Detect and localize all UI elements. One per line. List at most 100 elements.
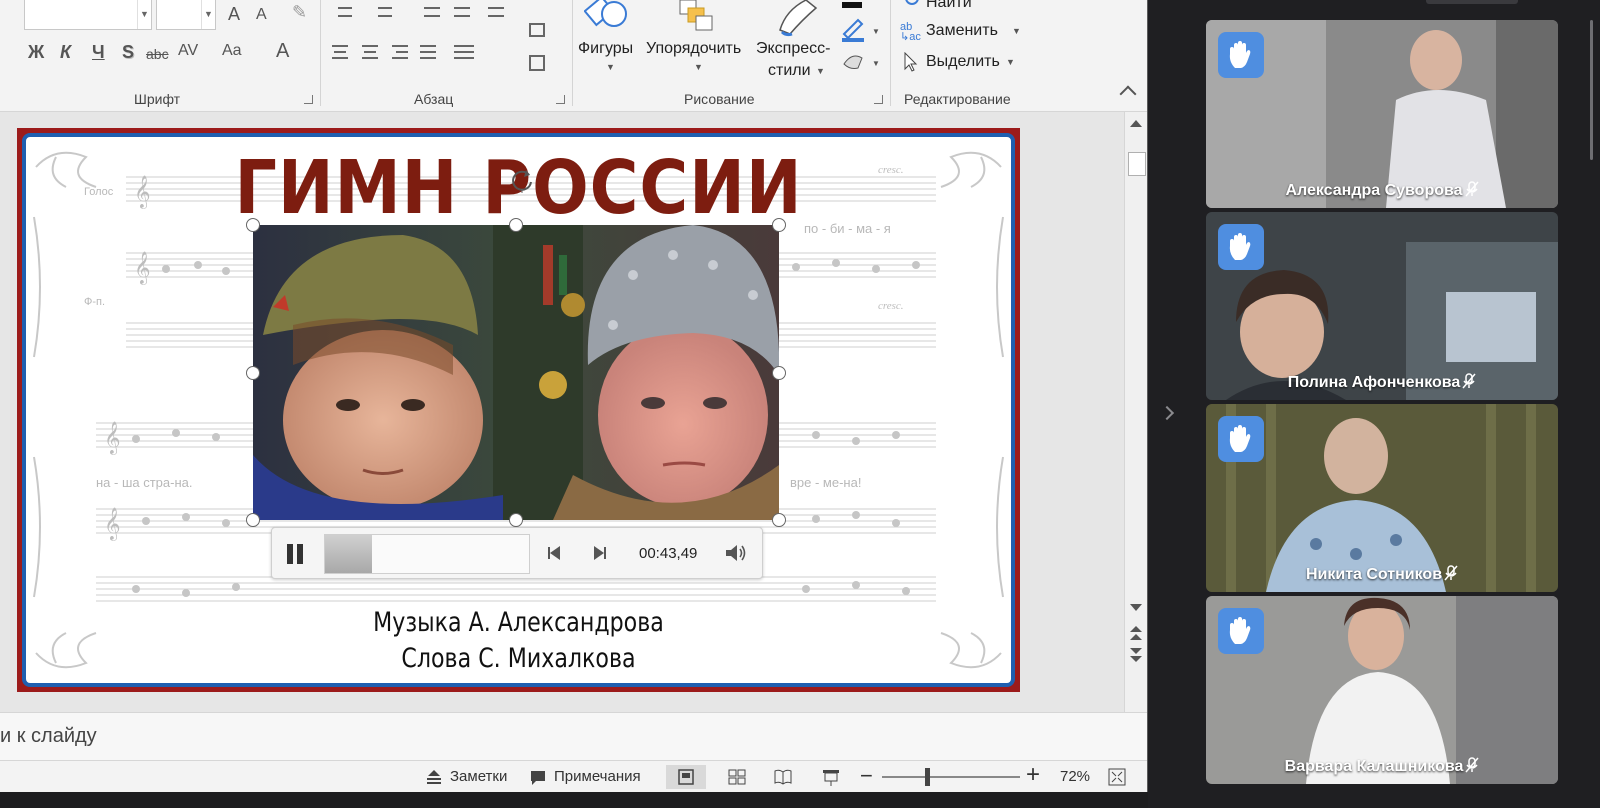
underline-button[interactable]: Ч: [92, 42, 105, 63]
chevron-down-icon[interactable]: ▼: [137, 0, 151, 29]
collapse-ribbon-icon[interactable]: [1119, 85, 1137, 103]
replace-button[interactable]: Заменить: [926, 22, 998, 40]
shape-format-icons[interactable]: ▼ ▼: [840, 0, 884, 76]
chevron-down-icon[interactable]: ▼: [1006, 57, 1015, 67]
participant-name: Полина Афонченкова: [1206, 373, 1558, 392]
resize-handle[interactable]: [509, 513, 523, 527]
chevron-right-icon[interactable]: [1159, 405, 1175, 421]
step-back-icon[interactable]: [546, 545, 564, 561]
participant-tile[interactable]: Никита Сотников: [1206, 404, 1558, 592]
find-button[interactable]: Найти: [926, 0, 972, 12]
chevron-down-icon[interactable]: ▼: [1012, 26, 1021, 36]
notes-pane[interactable]: и к слайду: [0, 712, 1147, 760]
participant-name: Варвара Калашникова: [1206, 757, 1558, 776]
resize-handle[interactable]: [246, 366, 260, 380]
notes-icon[interactable]: [426, 770, 442, 784]
prev-slide-icon[interactable]: [1130, 626, 1142, 632]
pause-icon[interactable]: [286, 544, 304, 564]
arrange-icon[interactable]: [678, 0, 718, 34]
next-slide-icon[interactable]: [1130, 648, 1142, 654]
chevron-down-icon[interactable]: ▼: [694, 62, 703, 72]
resize-handle[interactable]: [509, 218, 523, 232]
paragraph-icons[interactable]: [328, 0, 558, 80]
shapes-icon[interactable]: [584, 0, 634, 36]
grow-font-button[interactable]: A: [228, 4, 240, 25]
resize-handle[interactable]: [772, 218, 786, 232]
font-name-combo[interactable]: ▼: [24, 0, 152, 30]
meeting-panel: Александра Суворова Полина Афонченкова Н…: [1148, 0, 1600, 808]
volume-icon[interactable]: [724, 542, 748, 564]
next-slide-icon[interactable]: [1130, 656, 1142, 662]
resize-handle[interactable]: [246, 513, 260, 527]
clear-format-icon[interactable]: ✎: [292, 2, 307, 23]
paragraph-dialog-launcher[interactable]: [556, 95, 565, 104]
bold-button[interactable]: Ж: [28, 42, 44, 63]
seek-progress: [325, 535, 372, 573]
chevron-down-icon[interactable]: ▼: [606, 62, 615, 72]
comments-icon[interactable]: [530, 770, 546, 786]
select-button[interactable]: Выделить: [926, 53, 1000, 71]
chevron-down-icon[interactable]: ▼: [201, 0, 215, 29]
scroll-down-icon[interactable]: [1130, 604, 1142, 611]
participant-tile[interactable]: Варвара Калашникова: [1206, 596, 1558, 784]
slide[interactable]: 𝄞 𝄞 𝄞 𝄞 Голос Ф-п. по - би - ма - я на - ша…: [17, 128, 1020, 692]
arrange-button[interactable]: Упорядочить: [646, 40, 741, 58]
reading-view-icon[interactable]: [774, 769, 792, 785]
resize-handle[interactable]: [246, 218, 260, 232]
mic-muted-icon: [1444, 565, 1458, 581]
quick-styles-icon[interactable]: [776, 0, 822, 38]
italic-button[interactable]: К: [60, 42, 71, 63]
prev-slide-icon[interactable]: [1130, 634, 1142, 640]
seek-bar[interactable]: [324, 534, 530, 574]
font-size-combo[interactable]: ▼: [156, 0, 216, 30]
slide-credits[interactable]: Музыка А. Александрова Слова С. Михалков…: [115, 605, 923, 677]
normal-view-button[interactable]: [666, 765, 706, 789]
slide-canvas[interactable]: 𝄞 𝄞 𝄞 𝄞 Голос Ф-п. по - би - ма - я на - ша…: [22, 133, 1015, 687]
participant-tile[interactable]: Александра Суворова: [1206, 20, 1558, 208]
shrink-font-button[interactable]: A: [256, 6, 267, 24]
video-player[interactable]: [253, 225, 779, 520]
shadow-button[interactable]: S: [122, 42, 134, 63]
zoom-slider[interactable]: [882, 776, 1020, 778]
resize-handle[interactable]: [772, 513, 786, 527]
font-color-button[interactable]: A: [276, 40, 289, 63]
slide-sorter-icon[interactable]: [728, 769, 746, 785]
svg-text:▼: ▼: [872, 27, 880, 36]
raised-hand-icon: [1229, 233, 1251, 260]
zoom-in-button[interactable]: +: [1026, 761, 1040, 789]
comments-toggle[interactable]: Примечания: [554, 768, 641, 785]
sheet-lyric-2: на - ша стра-на.: [96, 475, 193, 490]
chevron-down-icon[interactable]: ▼: [816, 66, 825, 76]
fit-to-window-icon[interactable]: [1108, 768, 1126, 786]
media-controls: 00:43,49: [271, 527, 763, 579]
rotate-handle-icon[interactable]: [509, 167, 535, 193]
scroll-up-icon[interactable]: [1130, 120, 1142, 127]
font-dialog-launcher[interactable]: [304, 95, 313, 104]
resize-handle[interactable]: [772, 366, 786, 380]
quick-styles-label-2[interactable]: стили: [768, 62, 811, 80]
step-forward-icon[interactable]: [590, 545, 608, 561]
participant-tile[interactable]: Полина Афонченкова: [1206, 212, 1558, 400]
scroll-thumb[interactable]: [1128, 152, 1146, 176]
find-icon[interactable]: [900, 0, 924, 10]
zoom-out-button[interactable]: −: [860, 763, 873, 789]
select-cursor-icon[interactable]: [902, 52, 918, 72]
change-case-button[interactable]: Aa: [222, 42, 242, 60]
mic-muted-icon: [1462, 373, 1476, 389]
drawing-dialog-launcher[interactable]: [874, 95, 883, 104]
quick-styles-label[interactable]: Экспресс-: [756, 40, 830, 58]
panel-scrollbar[interactable]: [1590, 20, 1593, 160]
raised-hand-badge: [1218, 224, 1264, 270]
raised-hand-icon: [1229, 41, 1251, 68]
zoom-level[interactable]: 72%: [1060, 768, 1090, 785]
vertical-scrollbar[interactable]: [1124, 112, 1147, 712]
slideshow-icon[interactable]: [822, 769, 840, 787]
strikethrough-button[interactable]: abc: [146, 46, 169, 62]
zoom-slider-thumb[interactable]: [925, 768, 930, 786]
replace-icon[interactable]: ab ↳ac: [900, 22, 921, 43]
panel-top-handle[interactable]: [1426, 0, 1518, 4]
char-spacing-button[interactable]: AV: [178, 42, 198, 60]
shapes-button[interactable]: Фигуры: [578, 40, 633, 58]
notes-placeholder[interactable]: и к слайду: [0, 725, 97, 748]
notes-toggle[interactable]: Заметки: [450, 768, 507, 785]
